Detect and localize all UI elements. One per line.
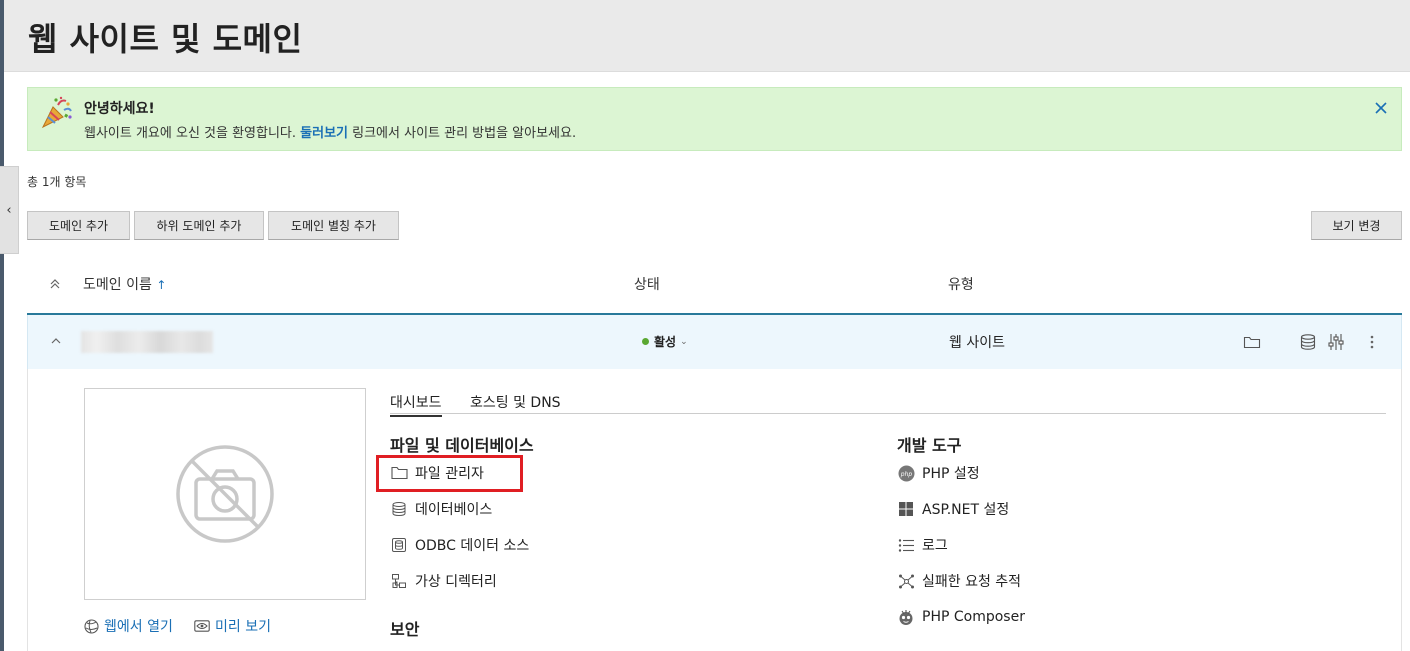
- tab-hosting-dns[interactable]: 호스팅 및 DNS: [470, 392, 561, 412]
- logs-link[interactable]: 로그: [897, 534, 948, 556]
- status-dropdown[interactable]: 활성 ⌄: [642, 333, 688, 350]
- add-domain-button[interactable]: 도메인 추가: [27, 211, 130, 240]
- list-icon: [898, 538, 914, 552]
- more-options-icon[interactable]: [1363, 333, 1381, 351]
- databases-label: 데이터베이스: [415, 502, 493, 518]
- preview-link[interactable]: 미리 보기: [194, 616, 271, 636]
- databases-link[interactable]: 데이터베이스: [390, 498, 492, 520]
- dev-tools-heading: 개발 도구: [897, 436, 962, 455]
- security-heading: 보안: [390, 620, 420, 639]
- windows-icon: [899, 502, 913, 516]
- open-in-web-label: 웹에서 열기: [104, 619, 173, 635]
- failed-request-tracing-link[interactable]: 실패한 요청 추적: [897, 570, 1021, 592]
- files-databases-heading: 파일 및 데이터베이스: [390, 436, 534, 455]
- virtual-directories-label: 가상 디렉터리: [415, 574, 497, 590]
- column-type: 유형: [948, 277, 974, 293]
- settings-sliders-icon[interactable]: [1327, 333, 1345, 351]
- left-edge-bar: [0, 0, 4, 651]
- total-items: 총 1개 항목: [27, 175, 87, 189]
- welcome-banner: 안녕하세요! 웹사이트 개요에 오신 것을 환영합니다. 둘러보기 링크에서 사…: [27, 87, 1402, 151]
- page-title: 웹 사이트 및 도메인: [28, 20, 303, 58]
- close-icon[interactable]: [1373, 100, 1389, 116]
- tour-link[interactable]: 둘러보기: [300, 126, 348, 141]
- collapse-all-icon[interactable]: [49, 277, 61, 291]
- preview-label: 미리 보기: [215, 619, 271, 635]
- php-settings-label: PHP 설정: [922, 466, 980, 482]
- database-icon: [392, 502, 406, 517]
- welcome-message: 웹사이트 개요에 오신 것을 환영합니다. 둘러보기 링크에서 사이트 관리 방…: [84, 122, 576, 141]
- column-domain-name[interactable]: 도메인 이름 ↑: [83, 274, 166, 294]
- welcome-text-before: 웹사이트 개요에 오신 것을 환영합니다.: [84, 126, 301, 141]
- domain-name-blurred[interactable]: [81, 331, 213, 353]
- odbc-icon: [392, 538, 406, 552]
- database-icon[interactable]: [1299, 333, 1317, 351]
- virtual-directories-link[interactable]: 가상 디렉터리: [390, 570, 497, 592]
- php-icon: php: [898, 465, 914, 481]
- aspnet-settings-link[interactable]: ASP.NET 설정: [897, 498, 1009, 520]
- page-header: 웹 사이트 및 도메인: [4, 0, 1410, 72]
- folder-icon: [390, 466, 408, 480]
- php-settings-link[interactable]: php PHP 설정: [897, 462, 980, 484]
- no-preview-icon: [176, 445, 274, 543]
- chevron-down-icon: ⌄: [680, 336, 688, 347]
- globe-icon: [84, 618, 99, 634]
- folder-icon[interactable]: [1243, 333, 1261, 351]
- chevron-left-icon: ‹: [6, 202, 12, 218]
- chevron-up-icon[interactable]: [50, 335, 62, 347]
- welcome-title: 안녕하세요!: [84, 101, 155, 117]
- site-preview: [84, 388, 366, 600]
- collapse-sidebar-button[interactable]: ‹: [0, 166, 19, 254]
- tabs-divider: [390, 413, 1386, 414]
- open-in-web-link[interactable]: 웹에서 열기: [84, 616, 173, 636]
- domain-type: 웹 사이트: [949, 335, 1005, 351]
- php-composer-label: PHP Composer: [922, 609, 1025, 625]
- composer-icon: [899, 609, 913, 625]
- file-manager-label: 파일 관리자: [415, 466, 484, 482]
- domain-details: 웹에서 열기 미리 보기 대시보드 호스팅 및 DNS 파일 및 데이터베이스 …: [27, 369, 1402, 651]
- virtual-directory-icon: [392, 574, 406, 588]
- file-manager-link[interactable]: 파일 관리자: [390, 462, 484, 484]
- network-nodes-icon: [898, 574, 914, 588]
- status-label: 활성: [654, 335, 677, 349]
- sort-ascending-icon: ↑: [156, 278, 167, 292]
- welcome-text-after: 링크에서 사이트 관리 방법을 알아보세요.: [348, 126, 577, 141]
- odbc-data-sources-label: ODBC 데이터 소스: [415, 538, 530, 554]
- column-status: 상태: [634, 277, 660, 293]
- logs-label: 로그: [922, 538, 948, 554]
- status-active-dot: [642, 338, 649, 345]
- add-subdomain-button[interactable]: 하위 도메인 추가: [134, 211, 264, 240]
- add-domain-alias-button[interactable]: 도메인 별칭 추가: [268, 211, 399, 240]
- php-composer-link[interactable]: PHP Composer: [897, 606, 1025, 628]
- tab-dashboard[interactable]: 대시보드: [390, 392, 442, 417]
- change-view-button[interactable]: 보기 변경: [1311, 211, 1402, 240]
- eye-icon: [194, 620, 210, 632]
- failed-request-tracing-label: 실패한 요청 추적: [922, 574, 1022, 590]
- aspnet-settings-label: ASP.NET 설정: [922, 502, 1010, 518]
- column-domain-name-label: 도메인 이름: [83, 277, 152, 293]
- party-popper-icon: [41, 96, 72, 129]
- domain-row: 활성 ⌄ 웹 사이트: [27, 315, 1402, 369]
- odbc-data-sources-link[interactable]: ODBC 데이터 소스: [390, 534, 529, 556]
- svg-text:php: php: [899, 471, 912, 478]
